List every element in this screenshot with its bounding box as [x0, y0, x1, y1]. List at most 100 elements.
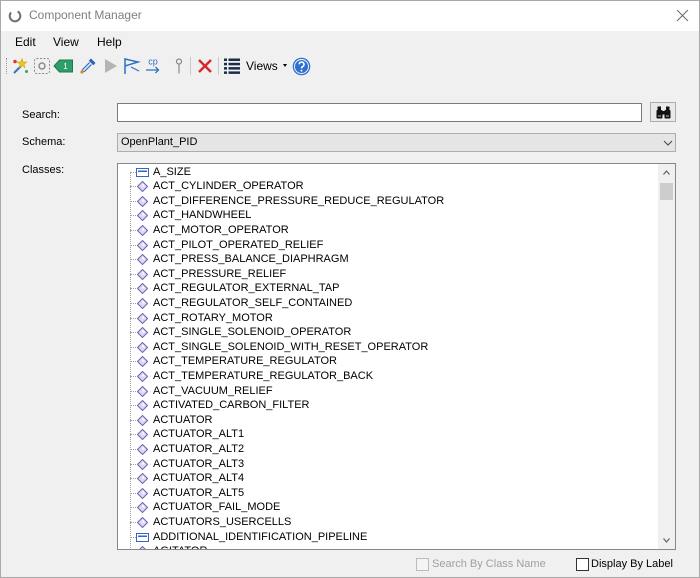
schema-dropdown[interactable]: OpenPlant_PID	[117, 133, 676, 152]
search-by-class-name-checkbox[interactable]	[416, 558, 429, 571]
pin-icon	[175, 58, 183, 74]
copy-paste-button[interactable]: cp	[144, 57, 162, 75]
tree-item-label: A_SIZE	[153, 165, 191, 178]
toolbar-grip[interactable]	[6, 58, 7, 74]
diamond-class-icon	[137, 312, 148, 324]
tree-item-label: AGITATOR	[153, 544, 207, 549]
tree-item-label: ACT_TEMPERATURE_REGULATOR_BACK	[153, 370, 374, 382]
display-by-label-label[interactable]: Display By Label	[591, 557, 673, 572]
delete-button[interactable]	[196, 57, 214, 75]
diamond-class-icon	[137, 195, 148, 207]
tree-item-label: ACT_DIFFERENCE_PRESSURE_REDUCE_REGULATOR	[153, 194, 445, 207]
scroll-thumb[interactable]	[660, 183, 673, 200]
tree-item-label: ACTUATOR_ALT3	[153, 457, 245, 470]
tree-item[interactable]: ACT_TEMPERATURE_REGULATOR	[118, 354, 658, 369]
tree-item[interactable]: ACT_ROTARY_MOTOR	[118, 311, 658, 326]
schema-value: OpenPlant_PID	[121, 136, 198, 148]
tree-item[interactable]: ACT_REGULATOR_SELF_CONTAINED	[118, 296, 658, 311]
menu-view[interactable]: View	[49, 33, 83, 52]
tree-item[interactable]: ACT_PRESS_BALANCE_DIAPHRAGM	[118, 252, 658, 267]
diamond-class-icon	[137, 400, 148, 412]
menu-bar: Edit View Help	[0, 33, 700, 52]
tree-item[interactable]: ACTUATOR_ALT1	[118, 427, 658, 442]
tree-item-label: ACT_MOTOR_OPERATOR	[153, 224, 289, 237]
tree-item[interactable]: ACT_SINGLE_SOLENOID_WITH_RESET_OPERATOR	[118, 340, 658, 355]
tree-item-label: ACT_REGULATOR_EXTERNAL_TAP	[153, 282, 340, 295]
tree-item[interactable]: ACTUATORS_USERCELLS	[118, 515, 658, 530]
flag-select-button[interactable]	[122, 57, 142, 75]
diamond-class-icon	[137, 546, 148, 549]
tree-scrollbar[interactable]	[658, 164, 675, 549]
select-region-button[interactable]	[33, 57, 51, 75]
tree-item[interactable]: ACT_CYLINDER_OPERATOR	[118, 179, 658, 194]
pin-button[interactable]	[170, 57, 188, 75]
scroll-down-button[interactable]	[658, 532, 675, 549]
display-by-label-checkbox[interactable]	[576, 558, 589, 571]
tree-item-label: ACT_REGULATOR_SELF_CONTAINED	[153, 297, 353, 310]
diamond-class-icon	[137, 473, 148, 485]
help-icon	[292, 57, 311, 76]
tree-item-label: ACTIVATED_CARBON_FILTER	[153, 399, 310, 412]
tree-item[interactable]: ACT_MOTOR_OPERATOR	[118, 223, 658, 238]
tree-item-label: ACT_SINGLE_SOLENOID_OPERATOR	[153, 326, 352, 339]
tree-item[interactable]: ACTUATOR_ALT3	[118, 457, 658, 472]
help-button[interactable]	[292, 57, 311, 76]
search-button[interactable]	[650, 102, 676, 122]
tree-item-label: ACT_HANDWHEEL	[153, 209, 252, 222]
diamond-class-icon	[137, 283, 148, 295]
tree-items: A_SIZE ACT_CYLINDER_OPERATOR ACT_DIFFERENC…	[118, 165, 658, 549]
play-button[interactable]	[101, 57, 119, 75]
diamond-class-icon	[137, 443, 148, 455]
tree-item[interactable]: AGITATOR	[118, 544, 658, 549]
classes-tree[interactable]: A_SIZE ACT_CYLINDER_OPERATOR ACT_DIFFERENC…	[117, 163, 676, 550]
binoculars-icon	[656, 106, 671, 119]
tree-item[interactable]: ACTUATOR_FAIL_MODE	[118, 500, 658, 515]
classes-label: Classes:	[22, 164, 65, 176]
tree-item[interactable]: ACT_REGULATOR_EXTERNAL_TAP	[118, 281, 658, 296]
tree-item[interactable]: ACTUATOR_ALT5	[118, 486, 658, 501]
tree-item[interactable]: ACT_SINGLE_SOLENOID_OPERATOR	[118, 325, 658, 340]
tree-item[interactable]: ACT_VACUUM_RELIEF	[118, 384, 658, 399]
tree-item[interactable]: ACT_TEMPERATURE_REGULATOR_BACK	[118, 369, 658, 384]
tree-item[interactable]: ACTUATOR_ALT4	[118, 471, 658, 486]
menu-help[interactable]: Help	[93, 33, 126, 52]
tag-number-button[interactable]: 1	[53, 57, 74, 75]
tree-item[interactable]: ACT_PRESSURE_RELIEF	[118, 267, 658, 282]
close-button[interactable]	[672, 5, 693, 26]
delete-icon	[198, 59, 212, 73]
tree-item[interactable]: ACT_PILOT_OPERATED_RELIEF	[118, 238, 658, 253]
chevron-down-icon	[663, 140, 673, 146]
new-component-icon	[13, 57, 28, 74]
window-title: Component Manager	[29, 8, 142, 22]
eyedropper-button[interactable]	[79, 57, 97, 75]
tree-item[interactable]: ACTIVATED_CARBON_FILTER	[118, 398, 658, 413]
tree-item-label: ACT_TEMPERATURE_REGULATOR	[153, 355, 337, 368]
tree-item[interactable]: ACTUATOR_ALT2	[118, 442, 658, 457]
scroll-up-button[interactable]	[658, 164, 675, 181]
tag-number-icon: 1	[53, 59, 73, 73]
new-component-button[interactable]	[11, 57, 29, 75]
tree-item[interactable]: A_SIZE	[118, 165, 658, 180]
tree-item[interactable]: ACTUATOR	[118, 413, 658, 428]
views-dropdown-button[interactable]: Views	[223, 57, 289, 75]
diamond-class-icon	[137, 385, 148, 397]
diamond-class-icon	[137, 239, 148, 251]
menu-edit[interactable]: Edit	[11, 33, 40, 52]
tree-item-label: ACTUATOR_ALT4	[153, 472, 245, 485]
tree-item[interactable]: ACT_DIFFERENCE_PRESSURE_REDUCE_REGULATOR	[118, 194, 658, 209]
schema-label: Schema:	[22, 136, 66, 148]
views-list-icon	[224, 58, 240, 74]
search-input[interactable]	[117, 103, 642, 122]
toolbar-separator	[190, 57, 191, 75]
tree-item[interactable]: ACT_HANDWHEEL	[118, 208, 658, 223]
diamond-class-icon	[137, 487, 148, 499]
tree-item[interactable]: ADDITIONAL_IDENTIFICATION_PIPELINE	[118, 530, 658, 545]
diamond-class-icon	[137, 516, 148, 528]
tree-item-label: ACT_SINGLE_SOLENOID_WITH_RESET_OPERATOR	[153, 340, 429, 353]
diamond-class-icon	[137, 371, 148, 382]
tree-item-label: ACTUATOR_ALT5	[153, 486, 245, 499]
tree-item-label: ACTUATOR	[153, 413, 213, 426]
diamond-class-icon	[137, 429, 148, 441]
diamond-class-icon	[137, 458, 148, 470]
tree-item-label: ADDITIONAL_IDENTIFICATION_PIPELINE	[153, 530, 368, 543]
